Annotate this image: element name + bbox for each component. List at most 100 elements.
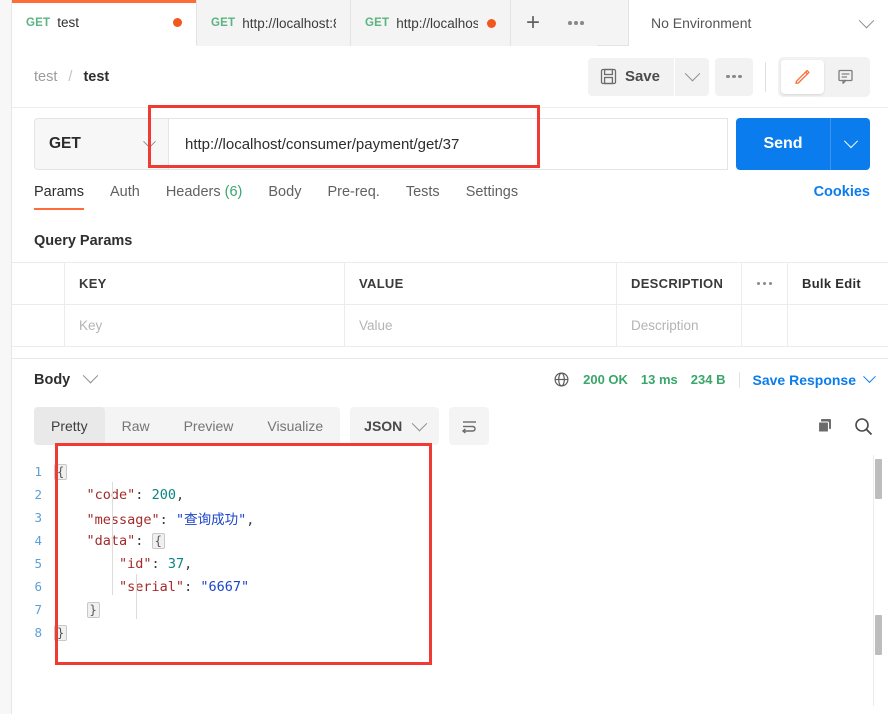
view-tab-visualize[interactable]: Visualize (250, 407, 340, 445)
tab-auth[interactable]: Auth (110, 184, 140, 210)
code-text: "code": 200, (54, 486, 185, 503)
save-response-button[interactable]: Save Response (738, 370, 876, 388)
line-number: 2 (34, 487, 42, 502)
request-tab-3[interactable]: GET http://localhost (351, 0, 511, 46)
view-tab-raw[interactable]: Raw (105, 407, 167, 445)
response-format-select[interactable]: JSON (350, 407, 440, 445)
chevron-down-icon (858, 12, 875, 28)
tab-tests-label: Tests (405, 184, 440, 200)
response-meta-bar: Body 200 OK 13 ms 234 B Save Response (12, 358, 888, 400)
code-text: "message": "查询成功", (54, 508, 255, 528)
chevron-down-icon (143, 134, 156, 148)
response-body-selector[interactable]: Body (34, 367, 99, 388)
code-token: "serial" (119, 578, 185, 595)
code-text: "serial": "6667" (54, 579, 249, 595)
tab-body[interactable]: Body (268, 184, 301, 210)
tab-headers-label: Headers (165, 184, 221, 200)
breadcrumb: test / test (34, 69, 109, 85)
scrollbar-thumb-secondary[interactable] (875, 615, 882, 655)
code-line: 4 "data": { (12, 529, 888, 552)
save-button[interactable]: Save (587, 57, 674, 96)
code-token: 200 (151, 486, 176, 503)
tab-params[interactable]: Params (34, 184, 84, 210)
response-body-viewer[interactable]: 1{2 "code": 200, 3 "message": "查询成功", 4 "d… (12, 452, 888, 714)
search-icon[interactable] (853, 416, 874, 437)
tab-bar: GET test GET http://localhost:80 GET htt… (12, 0, 888, 46)
code-token: , (184, 555, 193, 572)
response-time: 13 ms (640, 372, 678, 387)
table-header-row: KEY VALUE DESCRIPTION Bulk Edit (12, 263, 888, 305)
view-tab-preview[interactable]: Preview (167, 407, 251, 445)
code-line: 3 "message": "查询成功", (12, 506, 888, 529)
response-scrollbar[interactable] (873, 455, 882, 706)
code-text: } (54, 601, 100, 618)
code-token: "6667" (200, 578, 250, 595)
status-code: 200 OK (583, 372, 628, 387)
tab-tests[interactable]: Tests (406, 184, 440, 210)
save-response-label: Save Response (752, 371, 857, 388)
value-input[interactable]: Value (345, 305, 617, 346)
bulk-edit-button[interactable]: Bulk Edit (788, 263, 888, 304)
tab-headers[interactable]: Headers (6) (166, 184, 243, 210)
row-spacer (788, 305, 888, 346)
view-tab-pretty[interactable]: Pretty (34, 407, 105, 445)
http-method-select[interactable]: GET (34, 118, 168, 170)
code-text: "data": { (54, 532, 165, 549)
http-method-value: GET (49, 135, 81, 152)
chevron-down-icon (863, 370, 876, 384)
tab-options-button[interactable] (555, 0, 597, 46)
send-label: Send (763, 135, 803, 152)
code-token: "message" (86, 511, 160, 528)
request-tab-2[interactable]: GET http://localhost:80 (197, 0, 351, 46)
breadcrumb-bar: test / test Save (12, 46, 888, 108)
description-input[interactable]: Description (617, 305, 742, 346)
params-options-button[interactable] (742, 263, 788, 304)
breadcrumb-collection[interactable]: test (34, 69, 57, 85)
row-checkbox[interactable] (12, 305, 65, 346)
environment-selector[interactable]: No Environment (628, 0, 888, 46)
headers-count: (6) (224, 184, 243, 200)
code-line: 2 "code": 200, (12, 483, 888, 506)
chevron-down-icon (684, 65, 700, 82)
scrollbar-thumb[interactable] (875, 459, 882, 499)
tab-auth-label: Auth (109, 184, 140, 200)
unsaved-dot-icon (173, 18, 182, 27)
header-value: VALUE (345, 263, 617, 304)
comment-icon (836, 67, 855, 86)
plus-icon: + (525, 9, 540, 36)
wrap-lines-button[interactable] (449, 407, 490, 445)
comment-button[interactable] (824, 60, 867, 94)
request-more-button[interactable] (715, 57, 753, 96)
tab-prerequest[interactable]: Pre-req. (327, 184, 379, 210)
header-key: KEY (65, 263, 345, 304)
indent-guide (136, 574, 137, 619)
fold-marker[interactable]: { (54, 463, 68, 480)
code-text: "id": 37, (54, 556, 192, 572)
edit-request-button[interactable] (781, 59, 824, 94)
wrap-lines-icon (460, 417, 479, 436)
tab-title: http://localhost (396, 15, 478, 31)
row-options[interactable] (742, 305, 788, 346)
key-input[interactable]: Key (65, 305, 345, 346)
response-stats: 200 OK 13 ms 234 B Save Response (553, 370, 876, 388)
tab-settings-label: Settings (465, 184, 519, 200)
line-number: 1 (34, 464, 42, 479)
fold-marker[interactable]: { (151, 532, 165, 549)
code-token: : (135, 532, 152, 549)
send-button[interactable]: Send (736, 118, 830, 170)
tab-settings[interactable]: Settings (466, 184, 518, 210)
url-input[interactable]: http://localhost/consumer/payment/get/37 (168, 118, 728, 170)
save-options-button[interactable] (675, 57, 709, 96)
send-options-button[interactable] (830, 118, 870, 170)
line-number: 3 (34, 510, 42, 525)
request-tab-1[interactable]: GET test (12, 0, 197, 46)
chevron-down-icon (843, 134, 858, 149)
line-number: 6 (34, 579, 42, 594)
fold-marker[interactable]: } (86, 601, 100, 618)
copy-icon[interactable] (815, 416, 835, 436)
cookies-link[interactable]: Cookies (814, 184, 870, 200)
new-tab-button[interactable]: + (511, 0, 555, 46)
fold-marker[interactable]: } (54, 624, 68, 641)
header-description: DESCRIPTION (617, 263, 742, 304)
